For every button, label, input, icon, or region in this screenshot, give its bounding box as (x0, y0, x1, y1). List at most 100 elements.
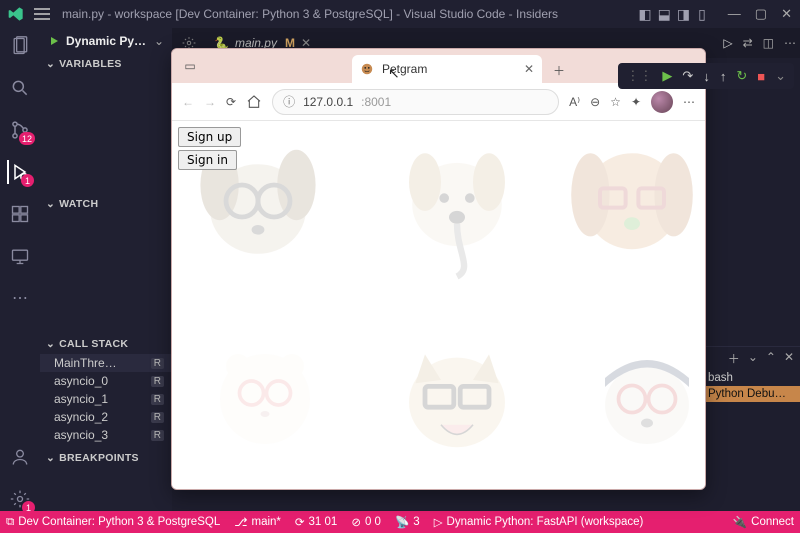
browser-menu-icon[interactable]: ⋯ (683, 95, 695, 109)
more-debug-icon[interactable]: ⌄ (775, 68, 786, 84)
step-out-icon[interactable]: ↑ (720, 69, 727, 84)
sync-icon: ⟳ (295, 515, 305, 529)
ports-icon: 📡 (395, 515, 409, 529)
run-file-icon[interactable]: ▷ (723, 36, 732, 50)
window-minimize-icon[interactable]: — (728, 6, 741, 22)
extensions-icon[interactable]: ✦ (631, 95, 641, 109)
remote-indicator[interactable]: ⧉ Dev Container: Python 3 & PostgreSQL (6, 516, 220, 529)
variables-body (40, 74, 172, 194)
run-config-label: Dynamic Pyth… (66, 34, 148, 48)
more-actions-icon[interactable]: ⋯ (784, 36, 796, 50)
debug-target-status[interactable]: ▷ Dynamic Python: FastAPI (workspace) (434, 515, 644, 529)
section-variables[interactable]: ⌄ VARIABLES (40, 54, 172, 74)
window-close-icon[interactable]: ✕ (781, 6, 792, 22)
ports-status[interactable]: 📡 3 (395, 515, 420, 529)
browser-tab[interactable]: Petgram ✕ (352, 55, 542, 83)
callstack-row[interactable]: MainThre…R (40, 354, 172, 372)
accounts-icon[interactable] (8, 445, 32, 469)
toggle-secondary-sidebar-icon[interactable]: ◨ (677, 6, 690, 23)
refresh-icon[interactable]: ⟳ (226, 95, 236, 109)
restart-icon[interactable]: ↻ (736, 68, 747, 84)
git-branch[interactable]: ⎇ main* (234, 515, 281, 529)
remote-icon: ⧉ (6, 516, 14, 529)
tab-actions-icon[interactable]: ▭ (176, 52, 204, 80)
toggle-panel-icon[interactable]: ⬓ (658, 6, 671, 23)
favorites-icon[interactable]: ☆ (610, 95, 621, 109)
chevron-down-icon[interactable]: ⌄ (748, 350, 758, 367)
section-watch[interactable]: ⌄ WATCH (40, 194, 172, 214)
chevron-down-icon: ⌄ (46, 452, 55, 464)
debug-badge: 1 (21, 174, 34, 187)
zoom-icon[interactable]: ⊖ (590, 95, 600, 109)
step-into-icon[interactable]: ↓ (703, 69, 710, 84)
diff-icon[interactable]: ⇄ (743, 36, 753, 50)
close-panel-icon[interactable]: ✕ (784, 350, 794, 367)
close-tab-icon[interactable]: ✕ (524, 62, 534, 76)
section-callstack[interactable]: ⌄ CALL STACK (40, 334, 172, 354)
run-config-selector[interactable]: Dynamic Pyth… ⌄ (40, 28, 172, 54)
new-terminal-icon[interactable]: ＋ (728, 350, 740, 367)
profile-avatar[interactable] (651, 91, 673, 113)
continue-icon[interactable]: ▶ (662, 68, 672, 84)
callstack-row[interactable]: asyncio_1R (40, 390, 172, 408)
run-debug-sidebar: Dynamic Pyth… ⌄ ⌄ VARIABLES ⌄ WATCH ⌄ CA… (40, 28, 172, 511)
vscode-insiders-icon (8, 6, 24, 22)
start-debug-icon[interactable] (48, 35, 60, 47)
layout-controls: ◧ ⬓ ◨ ▯ (638, 6, 705, 23)
more-views-icon[interactable]: ⋯ (8, 286, 32, 310)
maximize-panel-icon[interactable]: ⌃ (766, 350, 776, 367)
new-tab-icon[interactable]: ＋ (546, 57, 572, 83)
extensions-icon[interactable] (8, 202, 32, 226)
chevron-down-icon: ⌄ (46, 338, 55, 350)
page-content: Sign up Sign in (172, 121, 705, 489)
terminal-item-python-debug[interactable]: Python Debu… (702, 386, 800, 402)
vscode-titlebar: main.py - workspace [Dev Container: Pyth… (0, 0, 800, 28)
chevron-down-icon[interactable]: ⌄ (154, 34, 164, 48)
hamburger-menu-icon[interactable] (34, 8, 52, 20)
source-control-icon[interactable]: 12 (8, 118, 32, 142)
scm-badge: 12 (19, 132, 35, 145)
search-icon[interactable] (8, 76, 32, 100)
signup-button[interactable]: Sign up (178, 127, 241, 147)
branch-icon: ⎇ (234, 515, 247, 529)
favicon-icon (360, 62, 374, 76)
customize-layout-icon[interactable]: ▯ (698, 6, 706, 23)
read-aloud-icon[interactable]: A⁾ (569, 95, 580, 109)
url-port: :8001 (361, 95, 391, 109)
activity-bar: 12 1 ⋯ 1 (0, 28, 40, 511)
callstack-row[interactable]: asyncio_2R (40, 408, 172, 426)
editor-actions: ▷ ⇄ ◫ ⋯ (723, 28, 796, 58)
home-icon[interactable] (246, 94, 262, 110)
connect-status[interactable]: 🔌 Connect (733, 515, 794, 529)
terminal-panel: ＋ ⌄ ⌃ ✕ bash Python Debu… (702, 346, 800, 511)
url-host: 127.0.0.1 (303, 95, 353, 109)
problems-status[interactable]: ⊘ 0 0 (351, 515, 381, 529)
step-over-icon[interactable]: ↷ (682, 68, 693, 84)
terminal-item-bash[interactable]: bash (702, 370, 800, 386)
callstack-row[interactable]: asyncio_0R (40, 372, 172, 390)
watch-body (40, 214, 172, 334)
site-info-icon[interactable]: ⓘ (283, 93, 295, 110)
signin-button[interactable]: Sign in (178, 150, 237, 170)
stop-icon[interactable]: ■ (757, 69, 765, 84)
error-icon: ⊘ (351, 515, 361, 529)
window-maximize-icon[interactable]: ▢ (755, 6, 767, 22)
section-breakpoints[interactable]: ⌄ BREAKPOINTS (40, 448, 172, 468)
split-editor-icon[interactable]: ◫ (763, 36, 774, 50)
browser-tab-title: Petgram (382, 62, 427, 76)
chevron-down-icon: ⌄ (46, 58, 55, 70)
remote-explorer-icon[interactable] (8, 244, 32, 268)
callstack-body: MainThre…R asyncio_0R asyncio_1R asyncio… (40, 354, 172, 444)
toggle-primary-sidebar-icon[interactable]: ◧ (638, 6, 651, 23)
run-debug-icon[interactable]: 1 (7, 160, 31, 184)
sync-status[interactable]: ⟳ 31 01 (295, 515, 337, 529)
debug-toolbar[interactable]: ⋮⋮ ▶ ↷ ↓ ↑ ↻ ■ ⌄ (618, 63, 794, 89)
back-icon[interactable]: ← (182, 95, 194, 109)
status-bar: ⧉ Dev Container: Python 3 & PostgreSQL ⎇… (0, 511, 800, 533)
settings-gear-icon[interactable]: 1 (8, 487, 32, 511)
explorer-icon[interactable] (8, 34, 32, 58)
drag-handle-icon[interactable]: ⋮⋮ (626, 68, 652, 84)
address-bar[interactable]: ⓘ 127.0.0.1 :8001 (272, 89, 559, 115)
callstack-row[interactable]: asyncio_3R (40, 426, 172, 444)
forward-icon[interactable]: → (204, 95, 216, 109)
